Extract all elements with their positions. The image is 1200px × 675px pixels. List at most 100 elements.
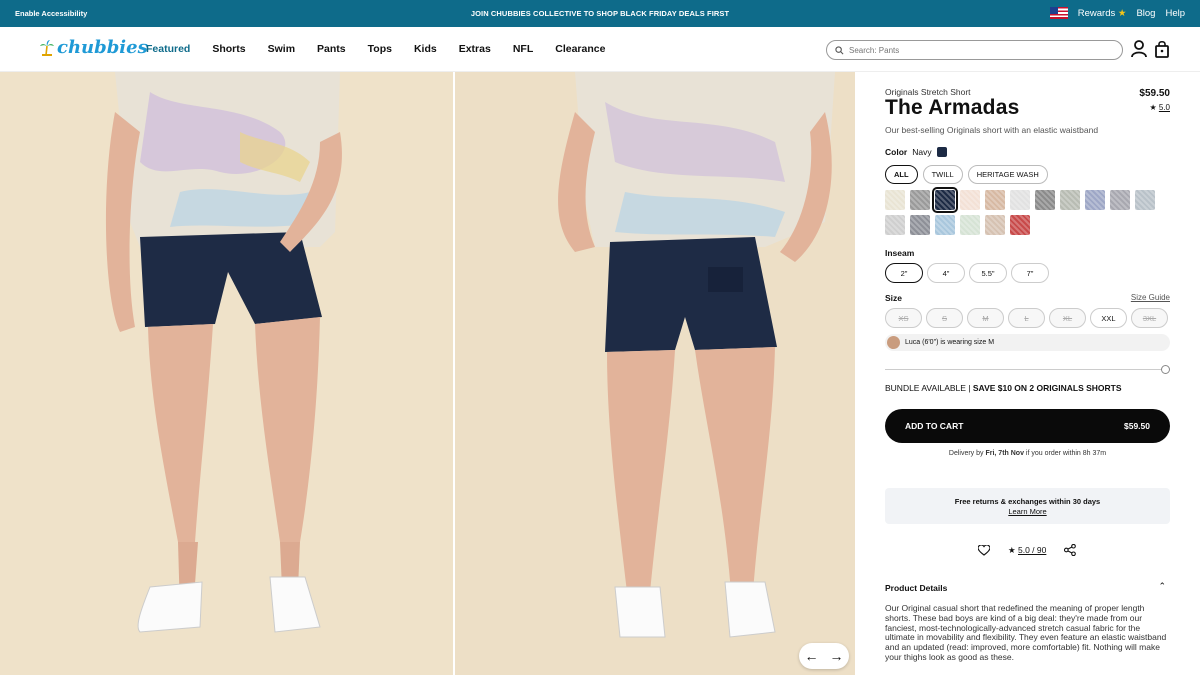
next-image-arrow-icon[interactable]: → [830,648,844,664]
rewards-link[interactable]: Rewards ★ [1078,8,1127,19]
star-icon: ★ [1008,544,1016,555]
color-value: Navy [912,147,932,157]
bundle-prefix: BUNDLE AVAILABLE | [885,383,973,393]
color-swatch[interactable] [1110,190,1130,210]
nav-swim[interactable]: Swim [268,43,295,55]
promo-banner-link[interactable]: JOIN CHUBBIES COLLECTIVE TO SHOP BLACK F… [0,9,1200,18]
size-option[interactable]: M [967,308,1004,328]
product-details-heading[interactable]: Product Details [885,583,947,593]
search-bar[interactable] [826,40,1123,60]
model-note-text: Luca (6'0") is wearing size M [905,339,995,346]
blog-link[interactable]: Blog [1136,8,1155,19]
learn-more-link[interactable]: Learn More [885,507,1170,516]
nav-nfl[interactable]: NFL [513,43,533,55]
color-swatch[interactable] [1060,190,1080,210]
color-swatch[interactable] [932,187,958,213]
product-title: The Armadas [885,96,1020,119]
site-header: chubbies Featured Shorts Swim Pants Tops… [0,27,1200,72]
account-icon[interactable] [1131,40,1147,58]
cart-bag-icon[interactable] [1155,40,1169,58]
size-guide-link[interactable]: Size Guide [1131,293,1170,302]
rating-value: 5.0 [1158,103,1170,112]
color-swatch[interactable] [1010,215,1030,235]
color-swatch[interactable] [1010,190,1030,210]
product-price: $59.50 [1139,88,1170,99]
inseam-option[interactable]: 4" [927,263,965,283]
color-swatch[interactable] [960,190,980,210]
color-swatches [885,187,1155,235]
delivery-estimate: Delivery by Fri, 7th Nov if you order wi… [885,450,1170,457]
front-view-illustration [0,72,453,675]
product-details-text: Our Original casual short that redefined… [885,603,1167,662]
color-swatch[interactable] [910,215,930,235]
filter-twill[interactable]: TWILL [922,165,963,184]
nav-kids[interactable]: Kids [414,43,437,55]
search-input[interactable] [849,45,1099,55]
size-option[interactable]: XS [885,308,922,328]
size-option[interactable]: S [926,308,963,328]
filter-all[interactable]: ALL [885,165,918,184]
product-actions: ★ 5.0 / 90 [978,544,1077,556]
color-swatch[interactable] [885,190,905,210]
product-rating[interactable]: ★ 5.0 [1149,103,1170,112]
color-filters: ALL TWILL HERITAGE WASH [885,165,1048,184]
slider-track [885,369,1164,370]
chevron-up-icon[interactable]: ⌃ [1158,581,1166,592]
color-swatch[interactable] [985,190,1005,210]
main-nav: Featured Shorts Swim Pants Tops Kids Ext… [146,43,605,55]
size-options: XS S M L XL XXL 3XL [885,308,1168,328]
inseam-label: Inseam [885,248,915,258]
model-size-note: Luca (6'0") is wearing size M [885,334,1170,351]
selected-color-chip [936,147,947,157]
filter-heritage-wash[interactable]: HERITAGE WASH [967,165,1048,184]
nav-tops[interactable]: Tops [368,43,392,55]
add-to-cart-button[interactable]: ADD TO CART $59.50 [885,409,1170,443]
size-option[interactable]: 3XL [1131,308,1168,328]
reviews-count: 5.0 / 90 [1018,544,1047,555]
returns-info: Free returns & exchanges within 30 days … [885,488,1170,524]
slider-knob[interactable] [1161,365,1170,374]
returns-text: Free returns & exchanges within 30 days [954,497,1101,506]
rewards-star-icon: ★ [1117,7,1127,19]
palm-tree-icon [40,39,54,56]
color-swatch[interactable] [985,215,1005,235]
nav-pants[interactable]: Pants [317,43,346,55]
size-option[interactable]: XL [1049,308,1086,328]
logo-text: chubbies [57,37,148,58]
color-swatch[interactable] [1035,190,1055,210]
nav-featured[interactable]: Featured [146,43,190,55]
gallery-nav: ← → [799,643,849,669]
heart-icon[interactable] [978,544,990,556]
size-option[interactable]: L [1008,308,1045,328]
inseam-option[interactable]: 7" [1011,263,1049,283]
us-flag-icon[interactable] [1049,7,1068,19]
help-link[interactable]: Help [1165,8,1185,19]
add-to-cart-label: ADD TO CART [905,421,964,431]
color-label: Color [885,147,908,157]
color-swatch[interactable] [885,215,905,235]
size-option[interactable]: XXL [1090,308,1127,328]
product-image-back[interactable] [455,72,855,675]
rewards-label: Rewards [1077,7,1116,19]
share-icon[interactable] [1064,544,1077,556]
previous-image-arrow-icon[interactable]: ← [805,648,819,664]
inseam-option[interactable]: 5.5" [969,263,1007,283]
nav-clearance[interactable]: Clearance [555,43,605,55]
nav-extras[interactable]: Extras [459,43,491,55]
announcement-bar: Enable Accessibility JOIN CHUBBIES COLLE… [0,0,1200,27]
color-swatch[interactable] [935,215,955,235]
color-swatch[interactable] [1135,190,1155,210]
nav-shorts[interactable]: Shorts [212,43,245,55]
inseam-options: 2" 4" 5.5" 7" [885,263,1049,283]
bundle-slider[interactable] [885,365,1170,374]
delivery-suffix: if you order within 8h 37m [1023,450,1107,457]
inseam-option[interactable]: 2" [885,263,923,283]
color-swatch[interactable] [910,190,930,210]
bundle-offer[interactable]: BUNDLE AVAILABLE | SAVE $10 ON 2 ORIGINA… [885,383,1122,393]
color-swatch[interactable] [960,215,980,235]
chubbies-logo[interactable]: chubbies [40,37,148,58]
color-swatch[interactable] [1085,190,1105,210]
bundle-text: SAVE $10 ON 2 ORIGINALS SHORTS [972,383,1122,393]
product-image-front[interactable] [0,72,453,675]
reviews-link[interactable]: ★ 5.0 / 90 [1008,545,1046,556]
